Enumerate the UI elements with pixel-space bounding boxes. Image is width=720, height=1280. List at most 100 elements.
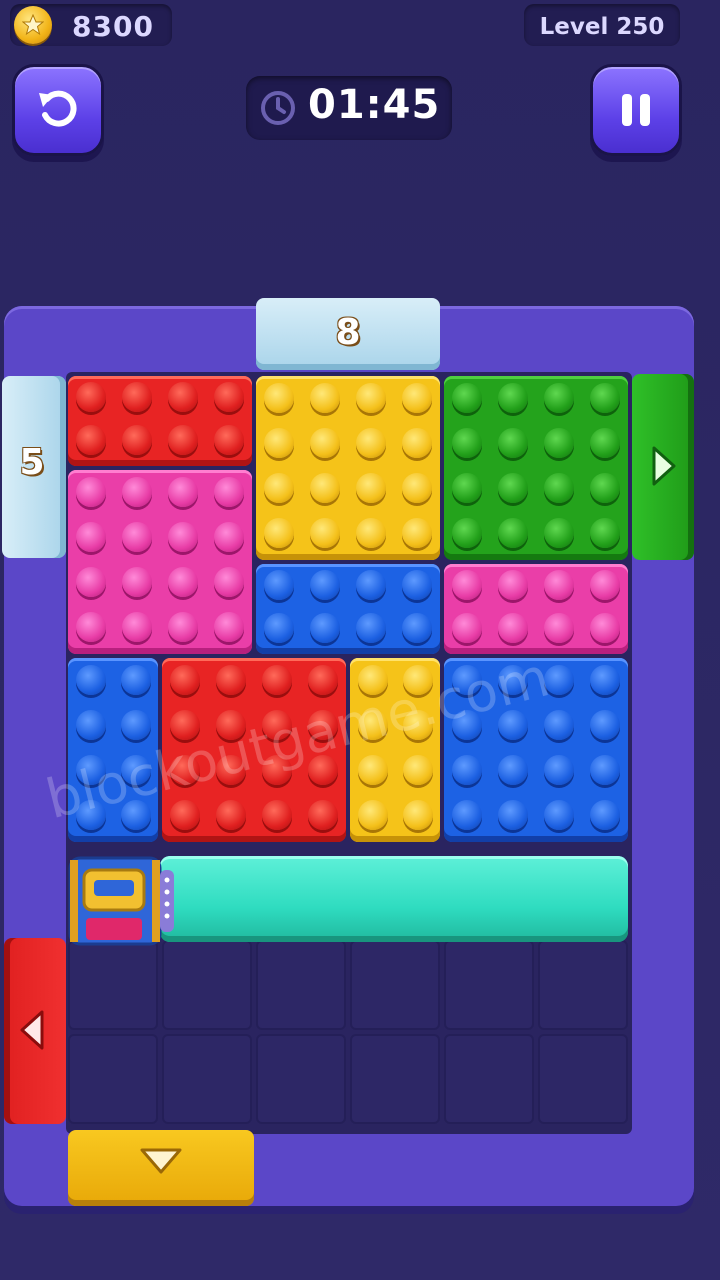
brick-stud	[544, 799, 574, 830]
brick-stud	[544, 569, 574, 600]
brick-stud	[310, 382, 340, 413]
brick-stud	[544, 472, 574, 503]
brick-stud	[452, 569, 482, 600]
level-indicator: Level 250	[524, 4, 680, 46]
coin-icon	[14, 6, 52, 44]
brick-stud	[402, 799, 433, 830]
brick-stud	[310, 472, 340, 503]
brick-stud	[452, 382, 482, 413]
brick-stud	[75, 709, 106, 740]
coin-counter: 8300	[10, 4, 172, 46]
brick-stud	[264, 569, 294, 600]
brick-stud	[356, 569, 386, 600]
arrow-down-icon	[140, 1148, 182, 1174]
brick-stud	[544, 612, 574, 643]
brick-stud	[76, 476, 106, 507]
brick-stud	[214, 476, 244, 507]
level-label: Level 250	[539, 14, 665, 40]
brick-stud	[168, 476, 198, 507]
cyan-slab[interactable]	[160, 856, 628, 942]
grid-cell	[444, 1034, 534, 1124]
brick-stud	[356, 427, 386, 458]
brick-stud	[590, 612, 620, 643]
green-brick[interactable]	[444, 376, 628, 560]
grid-cell	[68, 940, 158, 1030]
grid-cell	[444, 940, 534, 1030]
brick-stud	[308, 664, 338, 695]
brick-stud	[498, 427, 528, 458]
brick-stud	[75, 664, 106, 695]
brick-stud	[544, 709, 574, 740]
brick-stud	[214, 521, 244, 552]
grid-cell	[256, 1034, 346, 1124]
grid-cell	[350, 1034, 440, 1124]
grid-cell	[256, 940, 346, 1030]
brick-stud	[120, 664, 151, 695]
pink-brick[interactable]	[444, 564, 628, 654]
brick-stud	[590, 709, 620, 740]
drill-block[interactable]	[68, 856, 178, 946]
brick-stud	[402, 517, 432, 548]
brick-stud	[498, 569, 528, 600]
brick-stud	[122, 476, 152, 507]
brick-stud	[216, 799, 246, 830]
grid-cell	[538, 1034, 628, 1124]
undo-button[interactable]	[12, 64, 104, 156]
undo-icon	[39, 90, 77, 127]
brick-stud	[122, 521, 152, 552]
coin-count: 8300	[72, 10, 154, 43]
brick-stud	[356, 472, 386, 503]
brick-stud	[310, 427, 340, 458]
brick-stud	[402, 427, 432, 458]
yellow-brick[interactable]	[256, 376, 440, 560]
drill-icon	[68, 856, 174, 946]
grid-cell	[162, 1034, 252, 1124]
pause-button[interactable]	[590, 64, 682, 156]
arrow-left-icon	[20, 1010, 44, 1050]
brick-stud	[498, 517, 528, 548]
brick-stud	[498, 799, 528, 830]
brick-stud	[264, 612, 294, 643]
pink-brick[interactable]	[68, 470, 252, 654]
brick-stud	[544, 427, 574, 458]
brick-stud	[310, 569, 340, 600]
gate-top-count: 8	[335, 312, 361, 353]
brick-stud	[356, 517, 386, 548]
brick-stud	[122, 611, 152, 642]
brick-stud	[356, 382, 386, 413]
brick-stud	[452, 612, 482, 643]
brick-stud	[356, 612, 386, 643]
timer-value: 01:45	[308, 82, 441, 128]
brick-stud	[168, 611, 198, 642]
clock-icon	[261, 91, 295, 125]
brick-stud	[168, 424, 198, 455]
arrow-right-icon	[652, 446, 676, 486]
brick-stud	[452, 517, 482, 548]
gate-top: 8	[256, 298, 440, 370]
brick-stud	[310, 517, 340, 548]
brick-stud	[214, 611, 244, 642]
grid-cell	[68, 1034, 158, 1124]
brick-stud	[122, 424, 152, 455]
brick-stud	[310, 612, 340, 643]
red-brick[interactable]	[68, 376, 252, 466]
brick-stud	[216, 664, 246, 695]
brick-stud	[262, 799, 292, 830]
exit-yellow	[68, 1130, 254, 1206]
brick-stud	[168, 381, 198, 412]
brick-stud	[590, 799, 620, 830]
gate-left-count: 5	[19, 442, 45, 483]
brick-stud	[76, 381, 106, 412]
brick-stud	[402, 612, 432, 643]
brick-stud	[76, 521, 106, 552]
brick-stud	[498, 472, 528, 503]
brick-stud	[120, 709, 151, 740]
brick-stud	[214, 424, 244, 455]
blue-brick[interactable]	[256, 564, 440, 654]
grid-cell	[350, 940, 440, 1030]
brick-stud	[170, 664, 200, 695]
brick-stud	[452, 427, 482, 458]
brick-stud	[168, 566, 198, 597]
brick-stud	[357, 754, 388, 785]
brick-stud	[590, 382, 620, 413]
